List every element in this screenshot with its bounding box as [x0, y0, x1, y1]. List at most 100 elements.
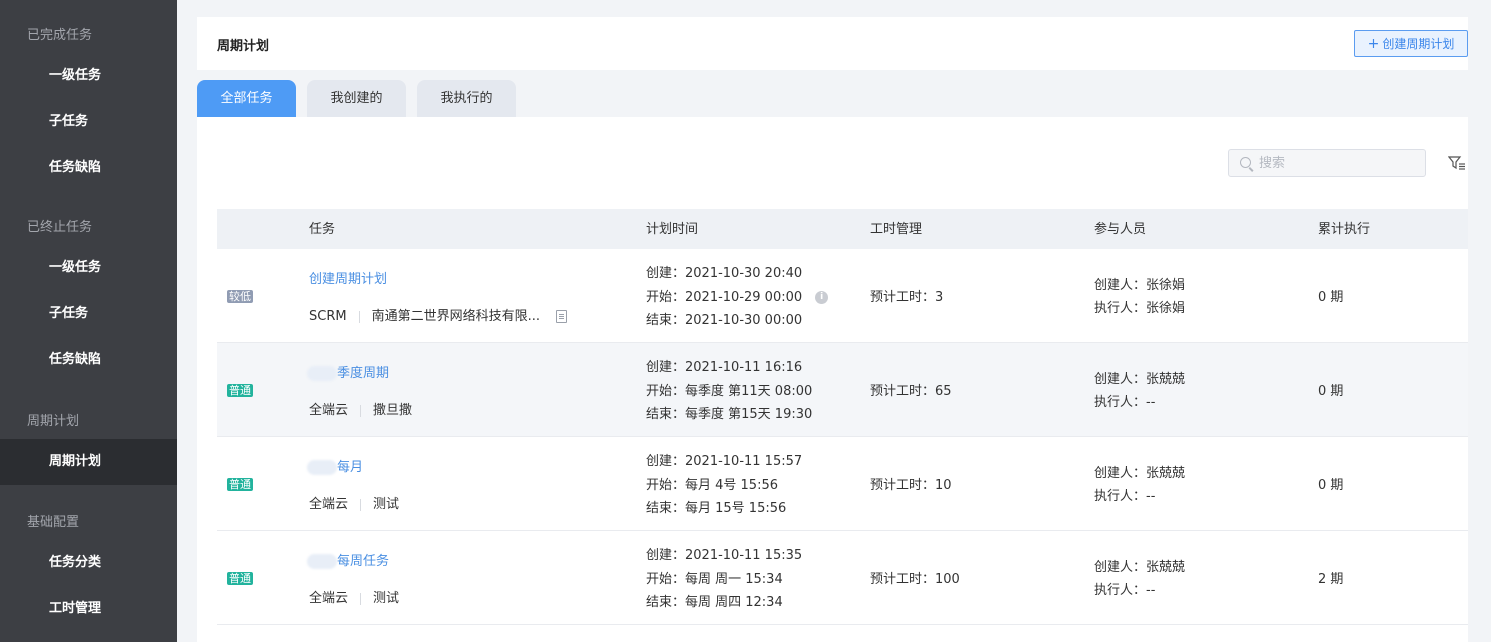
filter-icon[interactable]: [1448, 154, 1466, 172]
info-icon[interactable]: i: [815, 290, 829, 304]
main-header: 周期计划 + 创建周期计划: [197, 17, 1468, 71]
column-hours: 工时管理: [870, 222, 923, 237]
plan-time: 创建：2021-10-11 16:16 开始：每季度 第11天 08:00 结束…: [646, 356, 812, 427]
create-cycle-plan-button[interactable]: + 创建周期计划: [1354, 30, 1468, 57]
participants: 创建人：张兢兢 执行人：--: [1094, 368, 1185, 414]
executor: 执行人：--: [1094, 395, 1156, 410]
sidebar-section-terminated: 已终止任务 一级任务 子任务 任务缺陷: [0, 211, 177, 383]
task-title-link[interactable]: 每月: [307, 456, 363, 475]
executor: 执行人：--: [1094, 489, 1156, 504]
sidebar-section-cycle: 周期计划 周期计划: [0, 405, 177, 485]
table-header: 任务 计划时间 工时管理 参与人员 累计执行: [217, 209, 1468, 249]
blurred-text: [307, 460, 337, 475]
sidebar-item-terminated-level1[interactable]: 一级任务: [0, 245, 177, 291]
sidebar-item-terminated-defect[interactable]: 任务缺陷: [0, 337, 177, 383]
created-time: 创建：2021-10-30 20:40: [646, 266, 803, 281]
sidebar-item-cycle-plan[interactable]: 周期计划: [0, 439, 177, 485]
plan-time: 创建：2021-10-30 20:40 开始：2021-10-29 00:00 i…: [646, 262, 829, 333]
tab-bar: 全部任务 我创建的 我执行的: [197, 70, 1468, 117]
tab-all-tasks[interactable]: 全部任务: [197, 80, 296, 117]
estimated-hours: 预计工时：100: [870, 572, 960, 587]
tab-created-by-me[interactable]: 我创建的: [307, 80, 406, 117]
participants: 创建人：张徐娟 执行人：张徐娟: [1094, 274, 1185, 320]
task-company: 测试: [373, 591, 400, 606]
table-row[interactable]: 普通 季度周期 全端云 撒旦撒 创建：2021-10-11 16:16 开始：每季…: [217, 343, 1468, 437]
table-row[interactable]: 普通 每周任务 全端云 测试 创建：2021-10-11 15:35 开始：每周 …: [217, 531, 1468, 625]
end-time: 结束：2021-10-30 00:00: [646, 313, 803, 328]
start-time: 开始：每季度 第11天 08:00: [646, 383, 813, 399]
sidebar-section-header: 已完成任务: [27, 28, 93, 43]
participants: 创建人：张兢兢 执行人：--: [1094, 462, 1185, 508]
sidebar-section-completed: 已完成任务 一级任务 子任务 任务缺陷: [0, 19, 177, 191]
divider: [360, 592, 362, 605]
executed-count: 0 期: [1318, 384, 1344, 399]
creator: 创建人：张兢兢: [1094, 560, 1186, 575]
column-plan-time: 计划时间: [646, 222, 699, 237]
sidebar-item-completed-defect[interactable]: 任务缺陷: [0, 145, 177, 191]
task-title: 每月: [337, 460, 364, 475]
search-icon: [1240, 157, 1251, 168]
sidebar: 已完成任务 一级任务 子任务 任务缺陷 已终止任务 一级任务 子任务 任务缺陷 …: [0, 0, 177, 642]
plus-icon: +: [1367, 36, 1380, 52]
executed-count: 0 期: [1318, 478, 1344, 493]
task-meta: SCRM 南通第二世界网络科技有限...: [309, 305, 567, 324]
executed-count: 2 期: [1318, 572, 1344, 587]
divider: [360, 498, 362, 511]
created-time: 创建：2021-10-11 15:57: [646, 454, 803, 469]
start-time: 开始：2021-10-29 00:00: [646, 289, 803, 305]
task-project: SCRM: [309, 309, 347, 324]
task-table: 任务 计划时间 工时管理 参与人员 累计执行 较低 创建周期计划 SCRM 南通第…: [217, 209, 1468, 625]
estimated-hours: 预计工时：3: [870, 290, 944, 305]
sidebar-section-header: 已终止任务: [27, 220, 93, 235]
task-company: 撒旦撒: [373, 403, 413, 418]
creator: 创建人：张徐娟: [1094, 278, 1186, 293]
task-project: 全端云: [309, 497, 349, 512]
plan-time: 创建：2021-10-11 15:35 开始：每周 周一 15:34 结束：每周…: [646, 544, 802, 615]
estimated-hours: 预计工时：65: [870, 384, 952, 399]
participants: 创建人：张兢兢 执行人：--: [1094, 556, 1185, 602]
task-meta: 全端云 测试: [309, 493, 399, 512]
document-icon[interactable]: [555, 310, 567, 323]
executed-count: 0 期: [1318, 290, 1344, 305]
task-company: 测试: [373, 497, 400, 512]
created-time: 创建：2021-10-11 16:16: [646, 360, 803, 375]
task-company: 南通第二世界网络科技有限...: [371, 309, 540, 324]
task-meta: 全端云 测试: [309, 587, 399, 606]
blurred-text: [307, 366, 337, 381]
priority-badge: 普通: [227, 572, 253, 585]
creator: 创建人：张兢兢: [1094, 372, 1186, 387]
divider: [360, 404, 362, 417]
search-input[interactable]: [1259, 150, 1419, 176]
task-project: 全端云: [309, 591, 349, 606]
creator: 创建人：张兢兢: [1094, 466, 1186, 481]
tab-executed-by-me[interactable]: 我执行的: [417, 80, 516, 117]
column-participants: 参与人员: [1094, 222, 1147, 237]
executor: 执行人：张徐娟: [1094, 301, 1186, 316]
created-time: 创建：2021-10-11 15:35: [646, 548, 803, 563]
end-time: 结束：每月 15号 15:56: [646, 501, 787, 516]
sidebar-section-config: 基础配置 任务分类 工时管理: [0, 506, 177, 632]
task-title-link[interactable]: 季度周期: [307, 362, 389, 381]
task-project: 全端云: [309, 403, 349, 418]
column-task: 任务: [309, 222, 336, 237]
sidebar-item-completed-level1[interactable]: 一级任务: [0, 53, 177, 99]
plan-time: 创建：2021-10-11 15:57 开始：每月 4号 15:56 结束：每月…: [646, 450, 802, 521]
task-title-link[interactable]: 创建周期计划: [309, 268, 387, 287]
create-button-label: 创建周期计划: [1382, 37, 1455, 51]
table-row[interactable]: 较低 创建周期计划 SCRM 南通第二世界网络科技有限... 创建：2021-10…: [217, 249, 1468, 343]
column-executed: 累计执行: [1318, 222, 1371, 237]
task-title: 季度周期: [337, 366, 390, 381]
task-title: 每周任务: [337, 554, 390, 569]
estimated-hours: 预计工时：10: [870, 478, 952, 493]
sidebar-item-task-category[interactable]: 任务分类: [0, 540, 177, 586]
task-title-link[interactable]: 每周任务: [307, 550, 389, 569]
end-time: 结束：每周 周四 12:34: [646, 595, 783, 610]
table-row[interactable]: 普通 每月 全端云 测试 创建：2021-10-11 15:57 开始：每月 4号…: [217, 437, 1468, 531]
sidebar-item-terminated-subtask[interactable]: 子任务: [0, 291, 177, 337]
sidebar-item-hours-management[interactable]: 工时管理: [0, 586, 177, 632]
priority-badge: 较低: [227, 290, 253, 303]
blurred-text: [307, 554, 337, 569]
sidebar-item-completed-subtask[interactable]: 子任务: [0, 99, 177, 145]
priority-badge: 普通: [227, 384, 253, 397]
end-time: 结束：每季度 第15天 19:30: [646, 407, 813, 422]
